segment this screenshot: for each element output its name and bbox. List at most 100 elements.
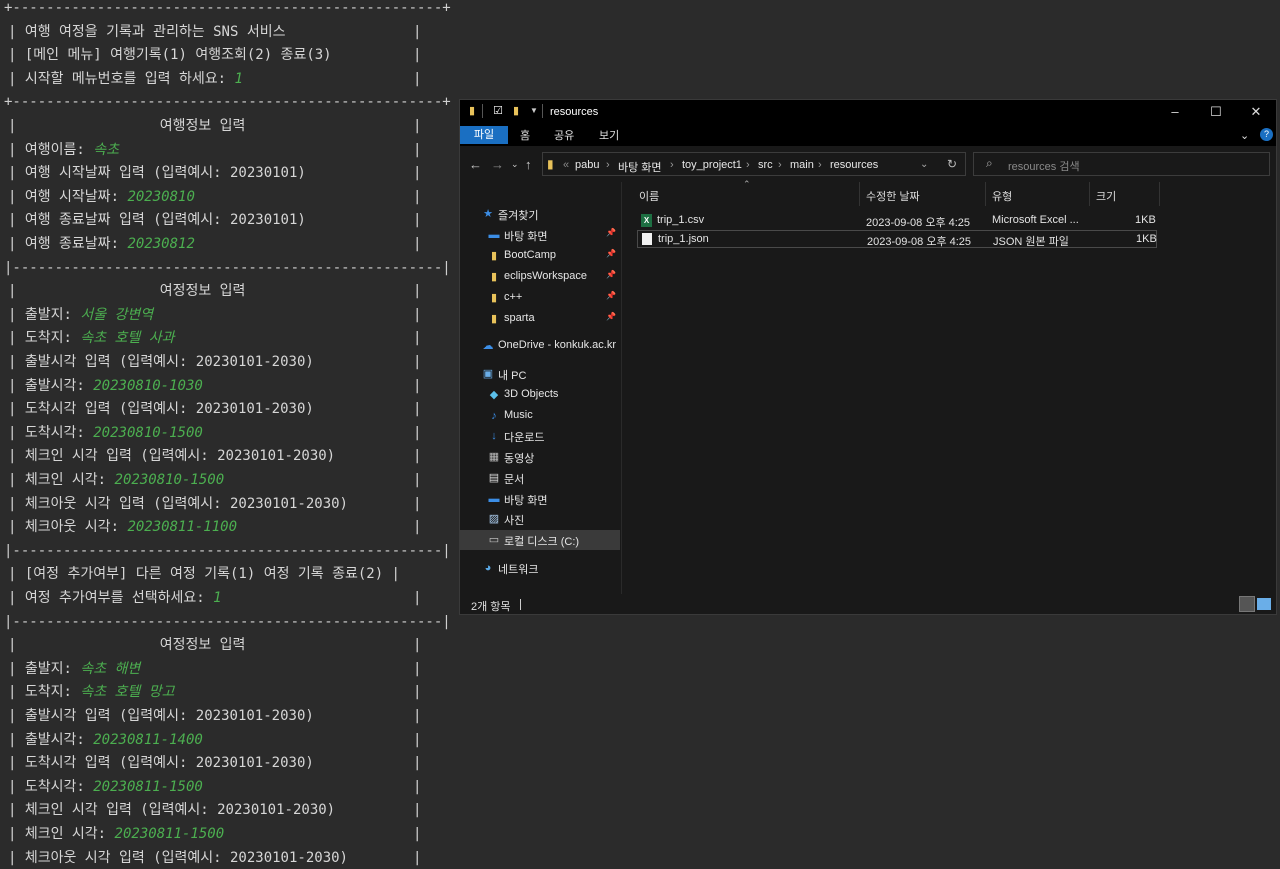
minimize-icon[interactable]: – bbox=[1160, 104, 1190, 119]
tab-view[interactable]: 보기 bbox=[599, 127, 619, 145]
column-header-type[interactable]: 유형 bbox=[992, 188, 1012, 204]
breadcrumb-main[interactable]: main bbox=[790, 159, 814, 171]
console-line: | [메인 메뉴] 여행기록(1) 여행조회(2) 종료(3) bbox=[8, 47, 332, 64]
console-border: | bbox=[413, 448, 422, 465]
file-row[interactable]: X trip_1.csv 2023-09-08 오후 4:25 Microsof… bbox=[637, 212, 1157, 230]
breadcrumb-pabu[interactable]: pabu bbox=[575, 159, 599, 171]
window-title: resources bbox=[550, 106, 599, 118]
console-border: | bbox=[413, 684, 422, 701]
nav-item[interactable]: ▤ 문서 bbox=[460, 468, 620, 488]
pin-icon: 📌 bbox=[606, 291, 616, 300]
document-icon: ▤ bbox=[488, 472, 500, 484]
new-folder-icon[interactable]: ▮ bbox=[510, 105, 522, 117]
nav-item[interactable]: ↓ 다운로드 bbox=[460, 426, 620, 446]
breadcrumb-toy-project1[interactable]: toy_project1 bbox=[682, 159, 742, 171]
console-user-input: 20230812 bbox=[127, 236, 195, 252]
console-line: | 출발시각: 20230811-1400 bbox=[8, 729, 203, 751]
pin-icon: 📌 bbox=[606, 312, 616, 321]
console-line: | 출발지: 서울 강변역 bbox=[8, 304, 153, 326]
text-file-icon bbox=[642, 233, 652, 245]
nav-item[interactable]: ▭ 로컬 디스크 (C:) bbox=[460, 530, 620, 550]
tab-home[interactable]: 홈 bbox=[520, 127, 530, 145]
chevron-down-icon[interactable]: ⌄ bbox=[1240, 127, 1249, 145]
console-user-input: 속초 해변 bbox=[80, 660, 141, 677]
nav-item[interactable]: ◆ 3D Objects bbox=[460, 385, 620, 405]
nav-item[interactable]: ▦ 동영상 bbox=[460, 447, 620, 467]
file-row[interactable]: trip_1.json 2023-09-08 오후 4:25 JSON 원본 파… bbox=[637, 230, 1157, 248]
divider bbox=[520, 599, 521, 610]
nav-item[interactable]: ▮ BootCamp 📌 bbox=[460, 246, 620, 266]
chevron-down-icon[interactable]: ⌄ bbox=[920, 159, 928, 170]
console-prompt: | 출발지: bbox=[8, 306, 81, 323]
console-line: | 시작할 메뉴번호를 입력 하세요: 1 bbox=[8, 68, 243, 90]
nav-item-label: 문서 bbox=[504, 474, 525, 486]
nav-item[interactable]: ◕ 네트워크 bbox=[460, 558, 620, 578]
picture-icon: ▨ bbox=[488, 513, 500, 525]
breadcrumb-overflow-icon[interactable]: « bbox=[563, 159, 569, 171]
nav-item[interactable]: ▮ eclipsWorkspace 📌 bbox=[460, 267, 620, 287]
help-icon[interactable]: ? bbox=[1260, 128, 1273, 141]
console-line: | 도착시각 입력 (입력예시: 20230101-2030) bbox=[8, 755, 314, 772]
nav-item[interactable]: ▨ 사진 bbox=[460, 509, 620, 529]
console-prompt: | 여행 종료날짜: bbox=[8, 236, 128, 252]
item-count: 2개 항목 bbox=[471, 601, 511, 613]
video-icon: ▦ bbox=[488, 451, 500, 463]
large-icons-view-icon[interactable] bbox=[1257, 598, 1271, 610]
recent-chevron-icon[interactable]: ⌄ bbox=[511, 159, 519, 170]
divider bbox=[542, 104, 543, 118]
column-header-size[interactable]: 크기 bbox=[1096, 188, 1116, 204]
breadcrumb-src[interactable]: src bbox=[758, 159, 773, 171]
up-arrow-icon[interactable]: ↑ bbox=[525, 157, 532, 172]
nav-item[interactable]: ▣ 내 PC bbox=[460, 364, 620, 384]
search-input[interactable]: ⌕ resources 검색 bbox=[973, 152, 1270, 176]
nav-item[interactable]: ▮ c++ 📌 bbox=[460, 288, 620, 308]
breadcrumb-resources[interactable]: resources bbox=[830, 159, 878, 171]
status-bar: 2개 항목 bbox=[460, 594, 1276, 614]
console-border: | bbox=[413, 188, 422, 205]
nav-item[interactable]: ♪ Music bbox=[460, 406, 620, 426]
nav-item-label: 바탕 화면 bbox=[504, 495, 548, 507]
computer-icon: ▣ bbox=[482, 368, 494, 380]
details-view-icon[interactable] bbox=[1239, 596, 1255, 612]
properties-icon[interactable]: ☑ bbox=[492, 105, 504, 117]
console-separator: |---------------------------------------… bbox=[4, 613, 451, 630]
nav-item[interactable]: ▬ 바탕 화면 bbox=[460, 489, 620, 509]
chevron-right-icon: › bbox=[818, 159, 822, 171]
close-icon[interactable]: ✕ bbox=[1241, 104, 1271, 120]
file-explorer-window: ▮ ☑ ▮ ▼ resources – ☐ ✕ 파일 홈 공유 보기 ⌄ ? ←… bbox=[459, 99, 1277, 615]
breadcrumb-desktop[interactable]: 바탕 화면 bbox=[618, 159, 662, 175]
console-line: | 체크아웃 시각 입력 (입력예시: 20230101-2030) bbox=[8, 495, 348, 512]
nav-item[interactable]: ☁ OneDrive - konkuk.ac.kr bbox=[460, 336, 620, 356]
console-user-input: 1 bbox=[213, 590, 222, 606]
console-border: | bbox=[413, 306, 422, 323]
console-line: | 여정정보 입력 bbox=[8, 283, 246, 300]
nav-item[interactable]: ▮ sparta 📌 bbox=[460, 309, 620, 329]
maximize-icon[interactable]: ☐ bbox=[1201, 104, 1231, 120]
console-user-input: 1 bbox=[234, 70, 243, 87]
console-separator: +---------------------------------------… bbox=[4, 0, 451, 16]
console-border: | bbox=[413, 23, 422, 40]
forward-arrow-icon[interactable]: → bbox=[491, 157, 504, 172]
console-border: | bbox=[413, 283, 422, 300]
refresh-icon[interactable]: ↻ bbox=[947, 157, 957, 171]
console-border: | bbox=[413, 401, 422, 418]
console-prompt: | 시작할 메뉴번호를 입력 하세요: bbox=[8, 70, 235, 87]
console-separator: +---------------------------------------… bbox=[4, 94, 451, 111]
console-border: | bbox=[413, 660, 422, 677]
nav-item-label: 사진 bbox=[504, 515, 525, 527]
chevron-right-icon: › bbox=[606, 159, 610, 171]
address-bar[interactable]: ▮ « pabu › 바탕 화면 › toy_project1 › src › … bbox=[542, 152, 966, 176]
column-header-name[interactable]: 이름 bbox=[639, 188, 659, 204]
column-header-modified[interactable]: 수정한 날짜 bbox=[866, 188, 920, 204]
tab-share[interactable]: 공유 bbox=[554, 127, 574, 145]
console-border: | bbox=[413, 70, 422, 87]
file-size: 1KB bbox=[1135, 214, 1156, 226]
back-arrow-icon[interactable]: ← bbox=[469, 157, 482, 172]
nav-item-label: 로컬 디스크 (C:) bbox=[504, 536, 580, 548]
desktop-icon: ▬ bbox=[488, 493, 500, 505]
nav-item[interactable]: ▬ 바탕 화면 📌 bbox=[460, 225, 620, 245]
console-border: | bbox=[413, 495, 422, 512]
chevron-down-icon[interactable]: ▼ bbox=[528, 105, 540, 117]
nav-item[interactable]: ★ 즐겨찾기 bbox=[460, 204, 620, 224]
tab-file[interactable]: 파일 bbox=[460, 126, 508, 144]
